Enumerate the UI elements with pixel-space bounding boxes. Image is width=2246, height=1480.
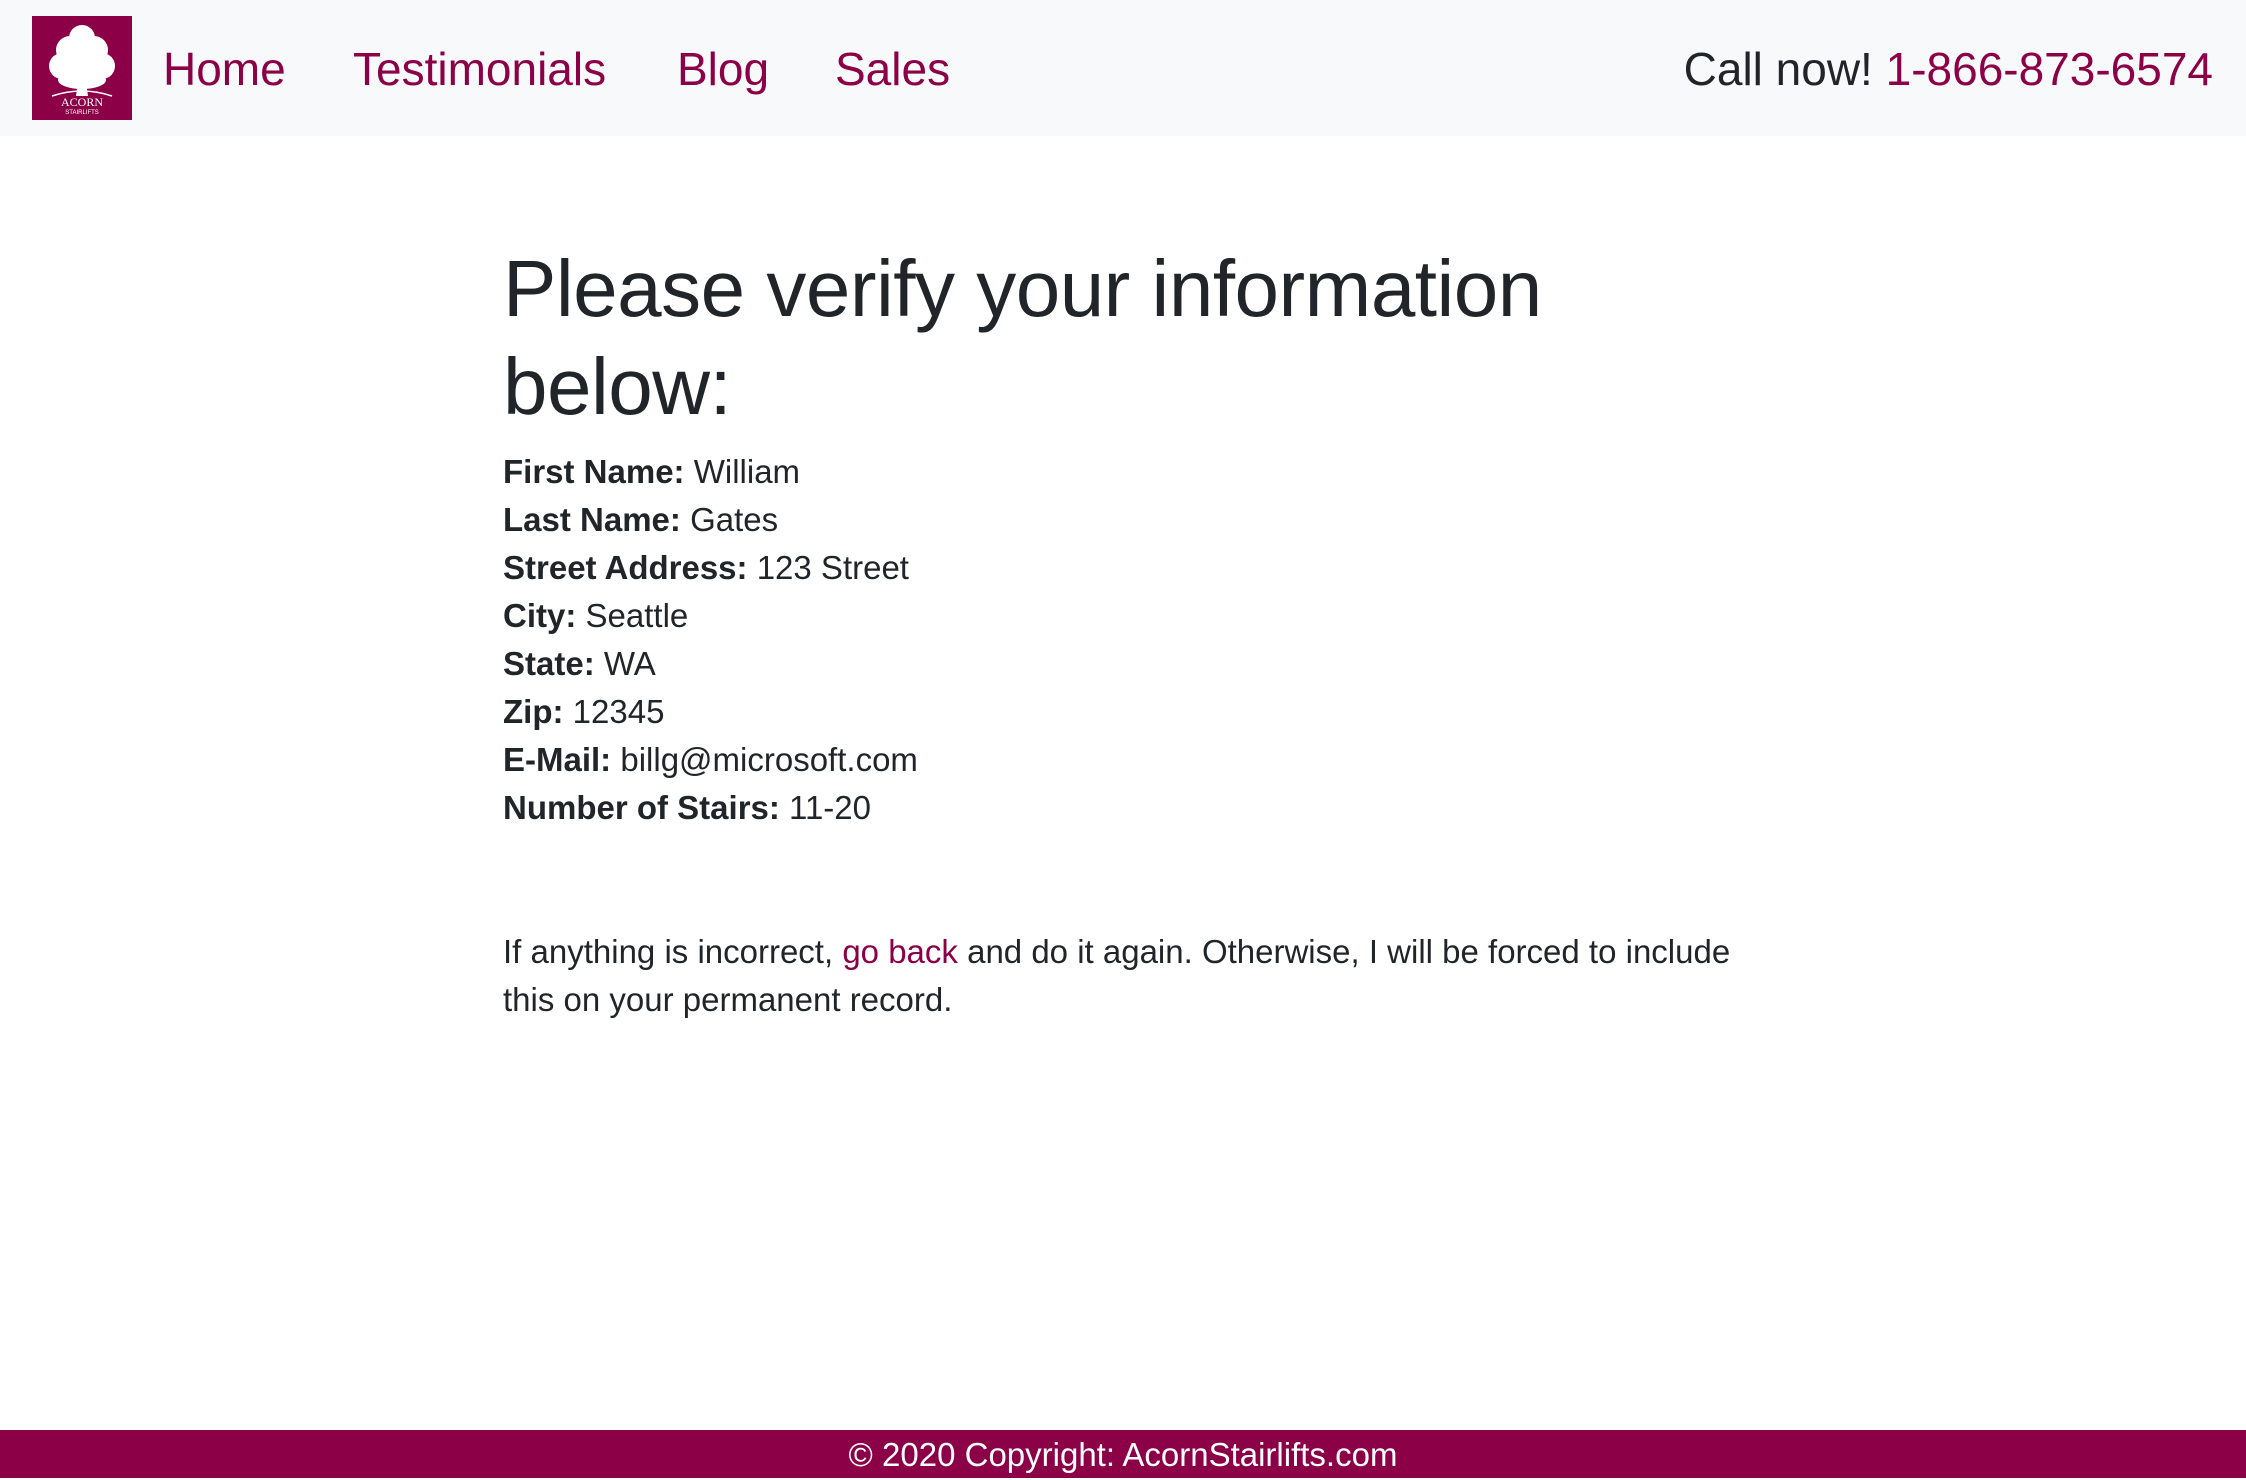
nav-testimonials-link[interactable]: Testimonials xyxy=(353,40,606,98)
acorn-logo[interactable]: ACORN STAIRLIFTS xyxy=(32,16,132,120)
field-value: 123 Street xyxy=(756,549,909,586)
field-value: William xyxy=(693,453,801,490)
info-row-first-name: First Name: William xyxy=(503,448,1743,496)
field-value: billg@microsoft.com xyxy=(620,741,918,778)
info-row-city: City: Seattle xyxy=(503,592,1743,640)
field-label: Number of Stairs: xyxy=(503,789,780,826)
field-value: Seattle xyxy=(585,597,689,634)
field-value: 11-20 xyxy=(789,789,871,826)
call-now: Call now! 1-866-873-6574 xyxy=(1684,40,2213,98)
footer: © 2020 Copyright: AcornStairlifts.com xyxy=(0,1430,2246,1478)
nav-sales-link[interactable]: Sales xyxy=(835,40,950,98)
info-row-last-name: Last Name: Gates xyxy=(503,496,1743,544)
field-value: Gates xyxy=(690,501,779,538)
navbar: ACORN STAIRLIFTS Home Testimonials Blog … xyxy=(0,0,2246,136)
field-label: City: xyxy=(503,597,577,634)
info-row-zip: Zip: 12345 xyxy=(503,688,1743,736)
call-now-label: Call now! xyxy=(1683,43,1873,95)
info-row-state: State: WA xyxy=(503,640,1743,688)
info-row-email: E-Mail: billg@microsoft.com xyxy=(503,736,1743,784)
field-label: Street Address: xyxy=(503,549,748,586)
field-label: E-Mail: xyxy=(503,741,612,778)
phone-link[interactable]: 1-866-873-6574 xyxy=(1886,43,2213,95)
field-label: First Name: xyxy=(503,453,685,490)
info-row-street-address: Street Address: 123 Street xyxy=(503,544,1743,592)
page-title: Please verify your information below: xyxy=(503,244,1542,431)
field-value: WA xyxy=(603,645,656,682)
field-label: Zip: xyxy=(503,693,564,730)
copyright-text: © 2020 Copyright: AcornStairlifts.com xyxy=(848,1436,1398,1473)
logo-subtext: STAIRLIFTS xyxy=(65,110,99,116)
field-value: 12345 xyxy=(572,693,665,730)
main-content: Please verify your information below: Fi… xyxy=(503,240,1743,1057)
go-back-link[interactable]: go back xyxy=(842,933,958,970)
logo-text: ACORN xyxy=(61,95,103,109)
field-label: Last Name: xyxy=(503,501,681,538)
field-label: State: xyxy=(503,645,595,682)
info-list: First Name: William Last Name: Gates Str… xyxy=(503,448,1743,832)
notice-text-before: If anything is incorrect, xyxy=(503,933,843,970)
info-row-number-of-stairs: Number of Stairs: 11-20 xyxy=(503,784,1743,832)
nav-blog-link[interactable]: Blog xyxy=(677,40,769,98)
nav-home-link[interactable]: Home xyxy=(163,40,286,98)
correction-notice: If anything is incorrect, go back and do… xyxy=(503,928,1743,1024)
acorn-icon: ACORN STAIRLIFTS xyxy=(49,25,115,116)
